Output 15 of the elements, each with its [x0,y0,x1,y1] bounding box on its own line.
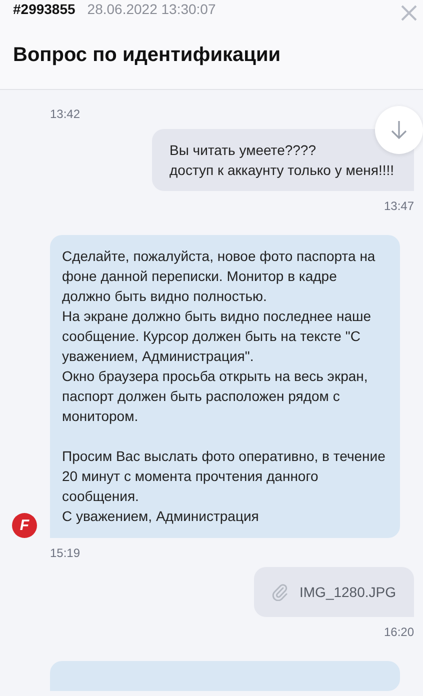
message-time: 13:47 [382,199,414,213]
avatar-logo: F [12,513,37,538]
message-text: Вы читать умеете???? доступ к аккаунту только у меня!!!! [170,141,394,180]
close-icon[interactable] [401,5,417,21]
message-time: 15:19 [50,546,82,560]
arrow-down-icon [391,120,407,140]
ticket-title: Вопрос по идентификации [13,43,282,67]
message-time: 13:42 [50,107,82,121]
message-text: Сделайте, пожалуйста, новое фото паспорта на фоне данной переписки. Монитор в кадре должно быть видно полностью. На экране должно быть видно последнее наше сообщение. Курсор должен быть на тексте "С уважением, Администрация". Окно браузера просьба открыть на весь экран, паспорт должен быть расположен рядом с монитором. Просим Вас выслать фото оперативно, в течение 20 минут с момента прочтения данного сообщения. С уважением, Администрация [62,247,386,526]
ticket-datetime: 28.06.2022 13:30:07 [87,1,216,17]
attachment-button[interactable]: IMG_1280.JPG [254,567,414,617]
ticket-number: #2993855 [13,1,76,17]
scroll-down-button[interactable] [375,106,423,154]
message-time: 16:20 [382,625,414,639]
paperclip-icon [272,583,288,601]
